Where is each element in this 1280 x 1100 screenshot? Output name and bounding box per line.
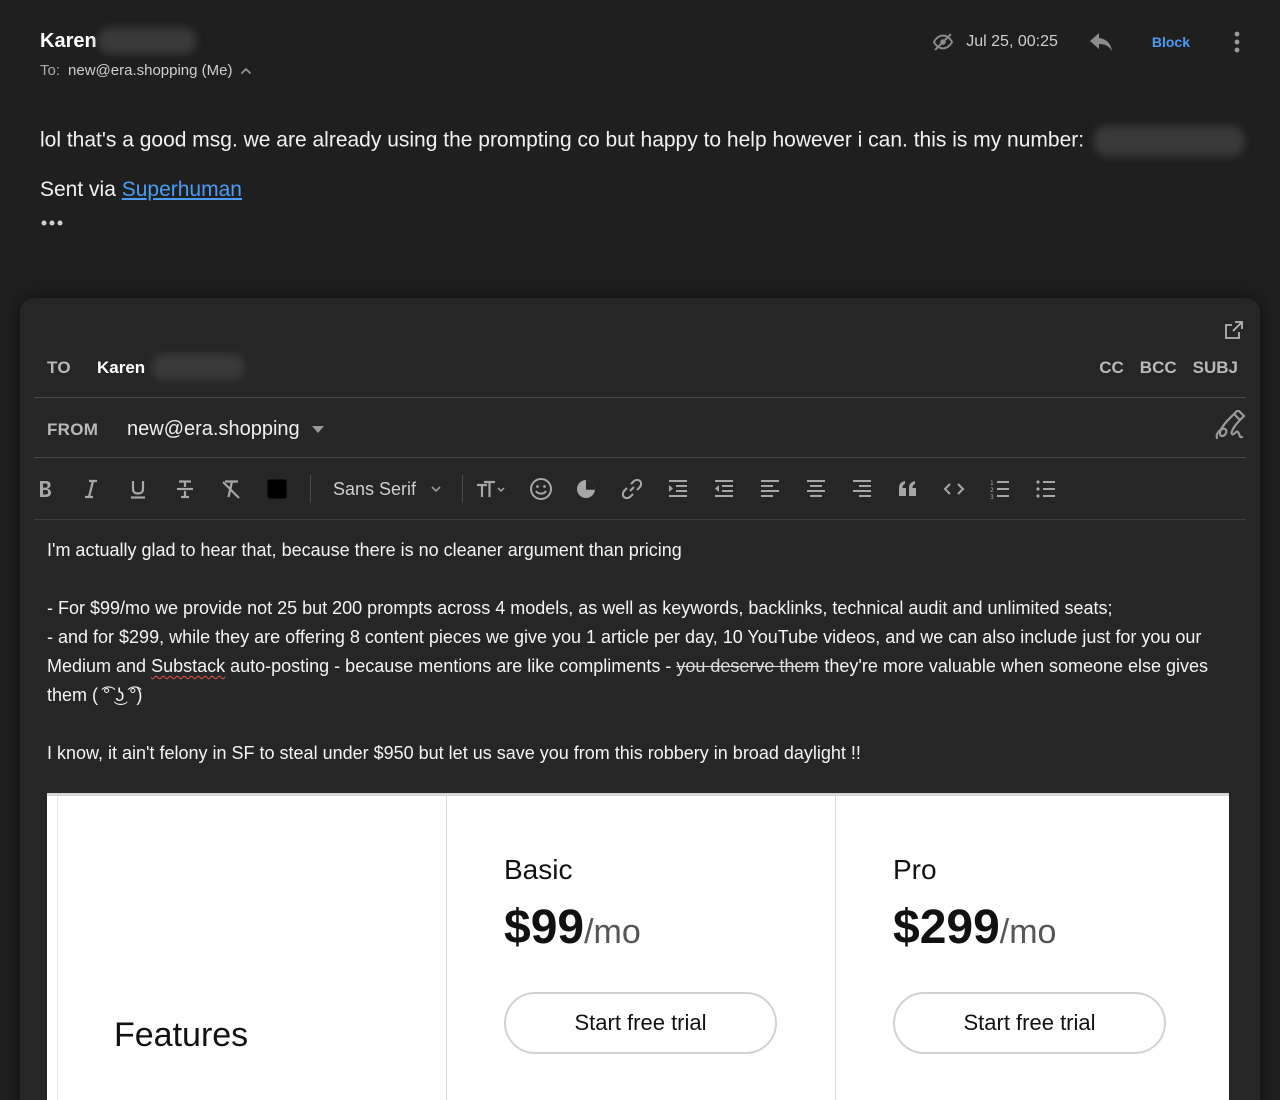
start-free-trial-button[interactable]: Start free trial — [504, 992, 777, 1054]
strikethrough-text: you deserve them — [676, 656, 820, 676]
text-color-button[interactable] — [266, 478, 288, 500]
superhuman-link[interactable]: Superhuman — [122, 178, 242, 201]
font-family-label: Sans Serif — [333, 478, 417, 499]
features-title: Features — [114, 1016, 249, 1054]
to-field-label: TO — [47, 358, 71, 377]
bcc-button[interactable]: BCC — [1140, 358, 1177, 378]
to-recipient[interactable]: Karen — [97, 358, 145, 378]
message-header: Karen To: new@era.shopping (Me) Jul 25, … — [40, 28, 1240, 88]
from-address: new@era.shopping — [127, 418, 300, 440]
indent-icon[interactable] — [667, 478, 689, 500]
plan-price-amount: $99 — [504, 901, 585, 954]
from-row: FROM new@era.shopping — [34, 398, 1246, 458]
message-body: lol that's a good msg. we are already us… — [40, 126, 1260, 202]
plan-name: Basic — [504, 854, 573, 885]
body-paragraph-1: I'm actually glad to hear that, because … — [47, 540, 682, 560]
from-dropdown[interactable]: new@era.shopping — [127, 418, 324, 441]
clear-formatting-icon[interactable] — [220, 478, 242, 500]
plan-price: $99/mo — [504, 900, 641, 955]
to-label: To: — [40, 62, 61, 79]
sender-name[interactable]: Karen — [40, 30, 97, 53]
plan-name: Pro — [893, 854, 937, 885]
bold-icon[interactable] — [34, 478, 56, 500]
font-family-select[interactable]: Sans Serif — [333, 479, 442, 500]
link-icon[interactable] — [621, 478, 643, 500]
blockquote-icon[interactable] — [897, 478, 919, 500]
bulleted-list-icon[interactable] — [1035, 478, 1057, 500]
font-size-icon[interactable] — [475, 478, 507, 500]
strikethrough-icon[interactable] — [174, 478, 196, 500]
sent-via-prefix: Sent via — [40, 178, 122, 201]
outdent-icon[interactable] — [713, 478, 735, 500]
from-field-label: FROM — [47, 420, 99, 439]
body-paragraph-3-part-b: auto-posting - because mentions are like… — [225, 656, 677, 676]
subject-button[interactable]: SUBJ — [1193, 358, 1238, 378]
start-free-trial-button[interactable]: Start free trial — [893, 992, 1166, 1054]
message-actions: Jul 25, 00:25 Block — [932, 28, 1240, 56]
misspelled-word: Substack — [151, 656, 226, 676]
message-text-line: lol that's a good msg. we are already us… — [40, 126, 1260, 156]
emoji-icon[interactable] — [529, 478, 553, 500]
message-date: Jul 25, 00:25 — [966, 33, 1058, 50]
compose-panel: TO Karen CC BCC SUBJ FROM new@era.shoppi… — [20, 298, 1260, 1100]
svg-text:2: 2 — [990, 487, 994, 494]
image-icon[interactable] — [575, 478, 597, 500]
caret-down-icon — [311, 426, 324, 433]
ellipsis-icon[interactable] — [40, 218, 66, 228]
redacted-recipient-surname — [152, 354, 244, 380]
text-color-swatch — [267, 479, 287, 499]
signature-icon[interactable] — [1212, 410, 1246, 442]
reply-icon[interactable] — [1088, 31, 1114, 53]
to-row: TO Karen CC BCC SUBJ — [34, 346, 1246, 398]
chevron-down-icon — [431, 486, 441, 493]
plan-price: $299/mo — [893, 900, 1056, 955]
message-text: lol that's a good msg. we are already us… — [40, 128, 1085, 152]
popout-icon[interactable] — [1224, 320, 1244, 340]
eye-off-icon[interactable] — [932, 31, 954, 53]
underline-icon[interactable] — [127, 478, 149, 500]
formatting-toolbar: Sans Serif 1 2 3 — [34, 458, 1246, 520]
align-center-icon[interactable] — [805, 478, 827, 500]
svg-text:3: 3 — [990, 494, 994, 500]
redacted-sender-surname — [98, 28, 196, 54]
cc-button[interactable]: CC — [1099, 358, 1124, 378]
pricing-table-image: Features Basic $99/mo Start free trial P… — [47, 793, 1229, 1100]
more-vertical-icon[interactable] — [1234, 30, 1240, 54]
toolbar-divider — [462, 475, 464, 503]
plan-column-pro: Pro $299/mo Start free trial — [835, 796, 1229, 1100]
recipient-options: CC BCC SUBJ — [1099, 358, 1238, 378]
align-right-icon[interactable] — [851, 478, 873, 500]
svg-text:1: 1 — [990, 480, 994, 487]
plan-price-period: /mo — [584, 913, 641, 951]
toolbar-divider — [310, 475, 311, 503]
features-column: Features — [57, 796, 446, 1100]
body-paragraph-3: - and for $299, while they are offering … — [47, 623, 1237, 710]
italic-icon[interactable] — [80, 478, 102, 500]
body-paragraph-2: - For $99/mo we provide not 25 but 200 p… — [47, 598, 1113, 618]
block-button[interactable]: Block — [1152, 34, 1190, 50]
recipient-line[interactable]: To: new@era.shopping (Me) — [40, 62, 253, 79]
plan-column-basic: Basic $99/mo Start free trial — [446, 796, 835, 1100]
recipient-address: new@era.shopping (Me) — [68, 62, 233, 79]
numbered-list-icon[interactable]: 123 — [989, 478, 1011, 500]
chevron-up-icon[interactable] — [239, 64, 253, 78]
plan-price-amount: $299 — [893, 901, 1000, 954]
redacted-phone-number — [1093, 126, 1244, 156]
align-left-icon[interactable] — [759, 478, 781, 500]
signature-line: Sent via Superhuman — [40, 178, 1260, 202]
plan-price-period: /mo — [999, 913, 1057, 951]
body-paragraph-4: I know, it ain't felony in SF to steal u… — [47, 743, 861, 763]
compose-editor[interactable]: I'm actually glad to hear that, because … — [47, 536, 1237, 768]
code-icon[interactable] — [943, 478, 965, 500]
